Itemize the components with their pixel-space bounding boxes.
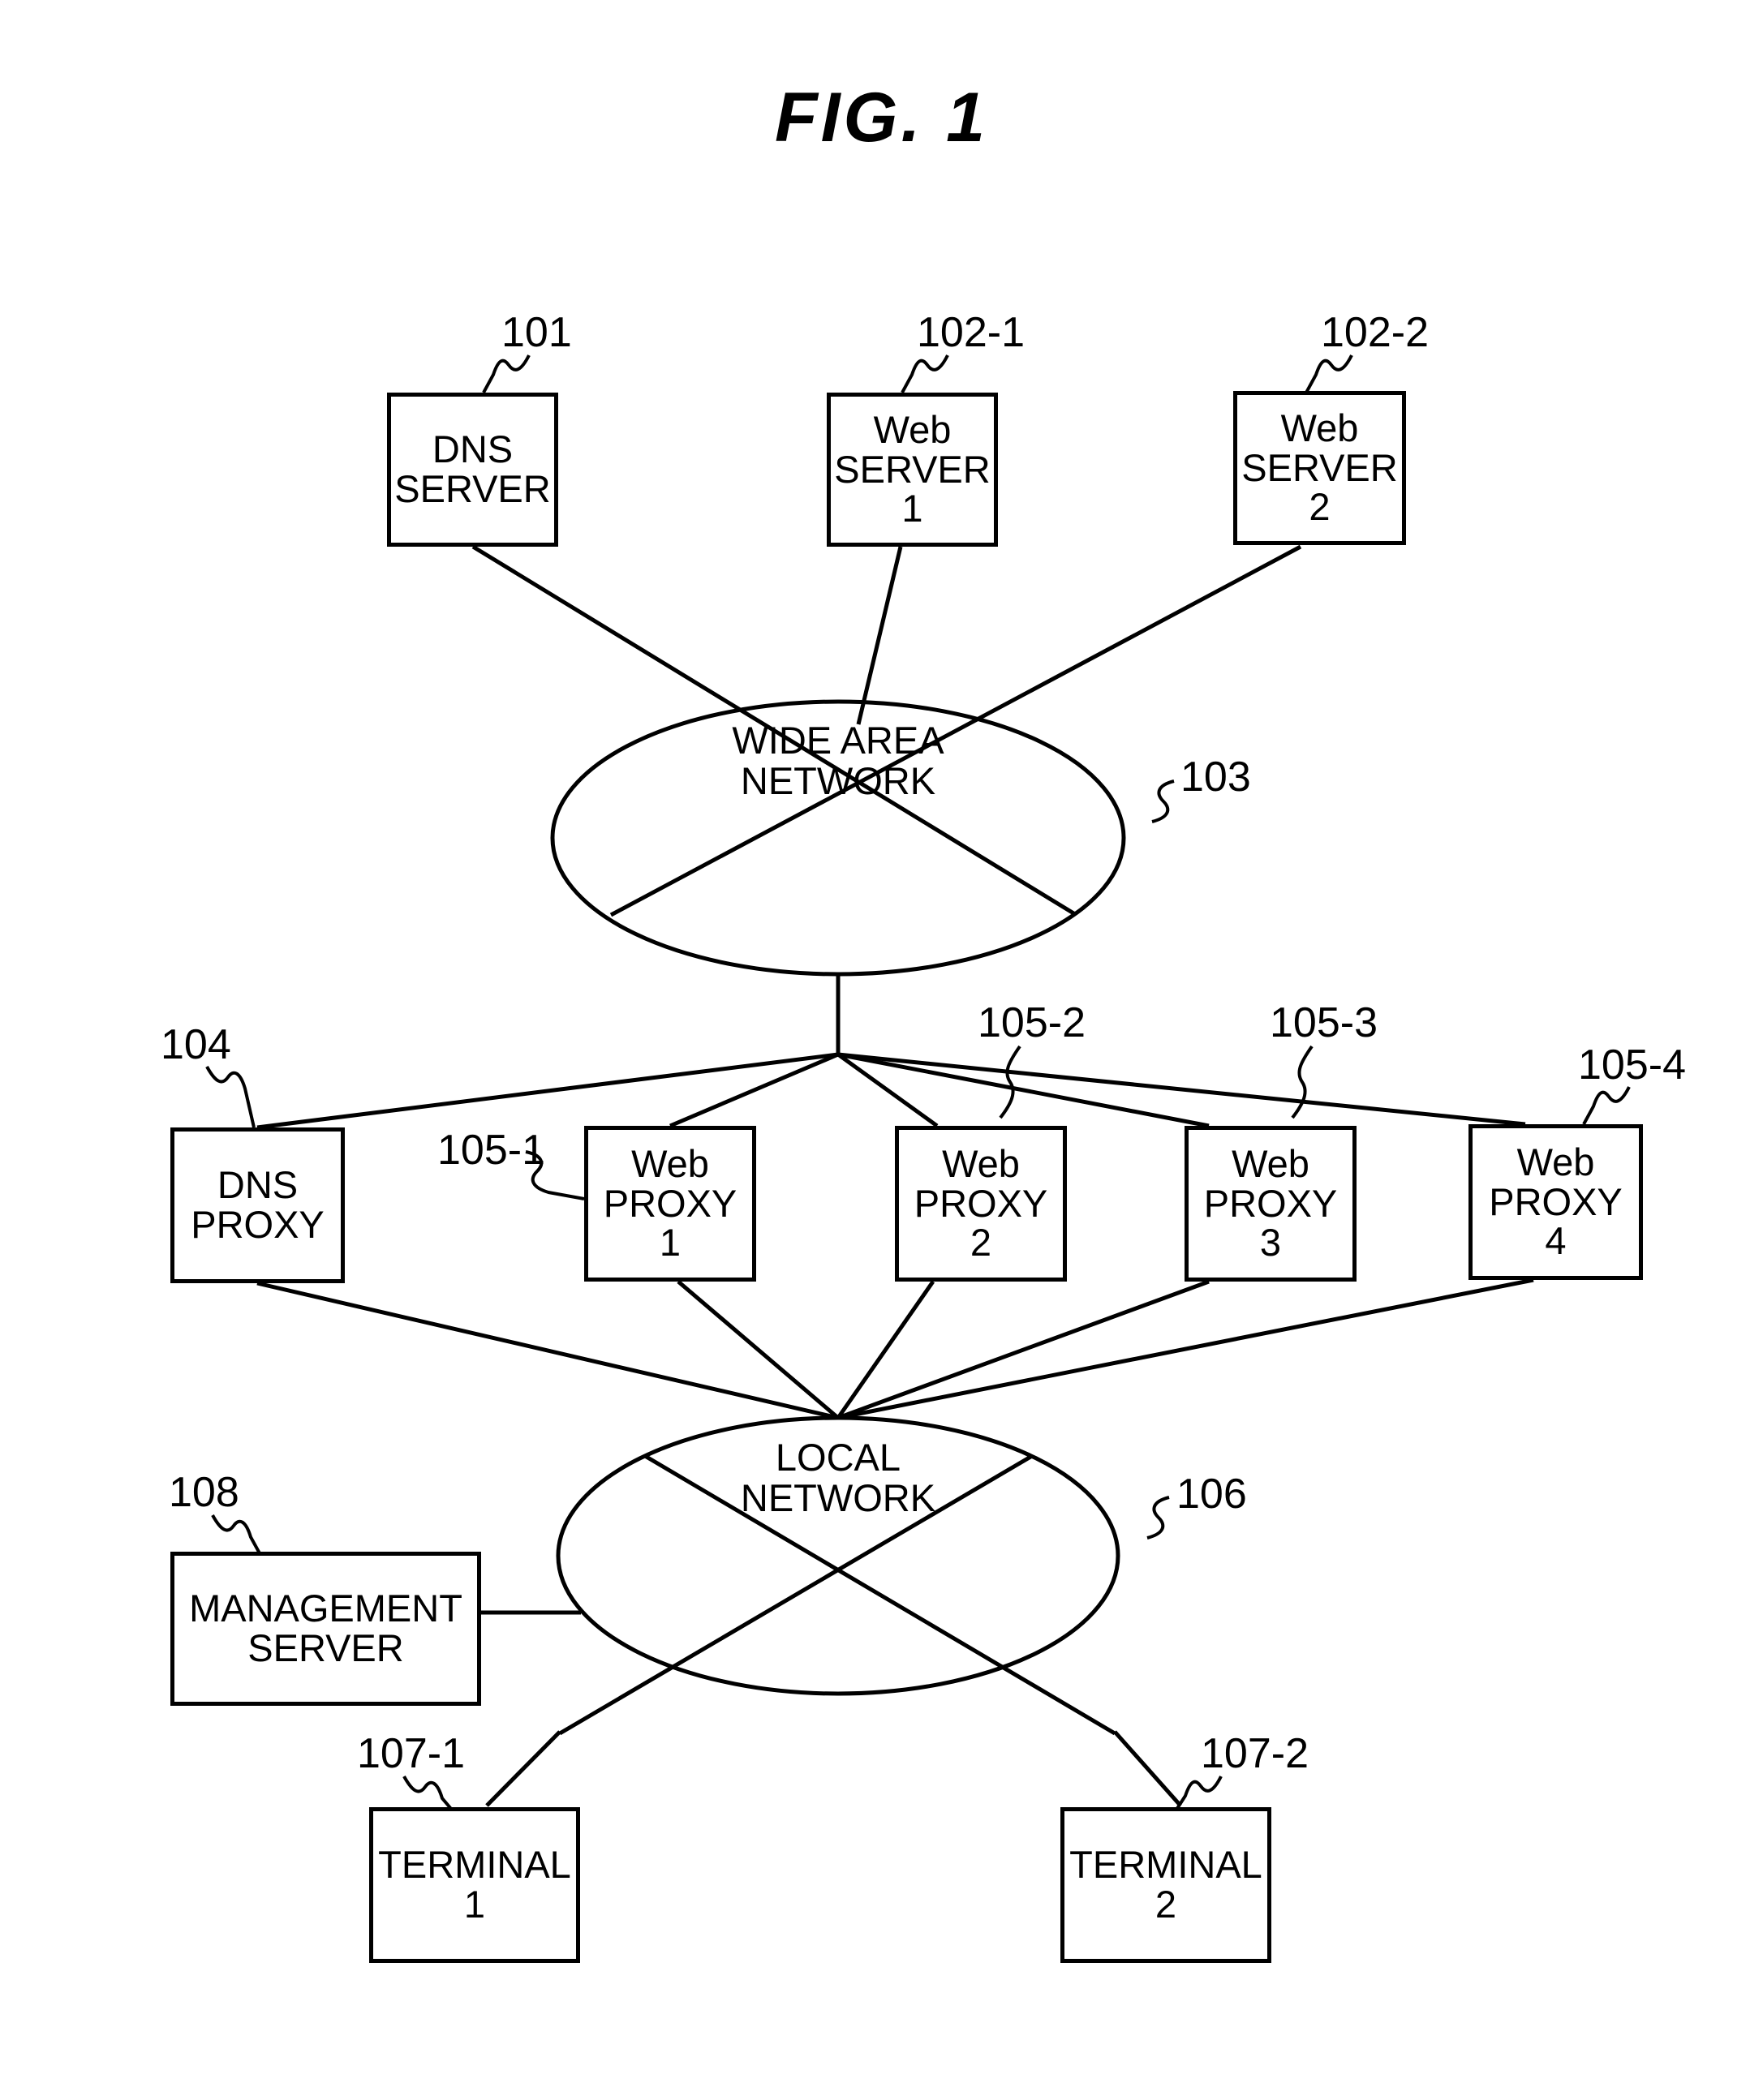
link-wan-to-web-proxy-3 bbox=[837, 1052, 1210, 1128]
node-label-line: PROXY bbox=[1489, 1179, 1623, 1223]
ref-numeral-102-1: 102-1 bbox=[917, 309, 1025, 356]
node-label-line: DNS bbox=[432, 427, 514, 471]
link-local-to-terminal-1 bbox=[485, 1730, 561, 1807]
node-label-line: 4 bbox=[1545, 1219, 1567, 1263]
node-web-server-1[interactable]: Web SERVER 1 bbox=[827, 393, 998, 547]
node-terminal-1[interactable]: TERMINAL 1 bbox=[369, 1807, 580, 1963]
node-label-line: SERVER bbox=[394, 467, 551, 510]
node-label-line: 1 bbox=[659, 1221, 682, 1265]
leader-102-2 bbox=[1305, 354, 1353, 393]
link-wan-to-web-proxy-4 bbox=[837, 1052, 1526, 1127]
leader-107-2 bbox=[1175, 1776, 1223, 1811]
node-label-line: 1 bbox=[463, 1883, 486, 1926]
node-label-line: 2 bbox=[1309, 485, 1331, 529]
node-label-line: Web bbox=[942, 1141, 1020, 1185]
node-label-line: DNS bbox=[217, 1163, 299, 1207]
node-web-proxy-4[interactable]: Web PROXY 4 bbox=[1468, 1124, 1643, 1280]
node-web-proxy-2[interactable]: Web PROXY 2 bbox=[895, 1126, 1067, 1282]
ref-numeral-103: 103 bbox=[1180, 754, 1251, 801]
leader-101 bbox=[482, 354, 531, 393]
ref-numeral-105-4: 105-4 bbox=[1578, 1041, 1686, 1089]
node-label-line: SERVER bbox=[247, 1626, 404, 1669]
leader-102-1 bbox=[901, 354, 949, 393]
leader-103 bbox=[1151, 779, 1175, 823]
leader-108 bbox=[211, 1514, 261, 1554]
node-label-line: PROXY bbox=[191, 1203, 325, 1246]
link-local-to-terminal-2 bbox=[1113, 1730, 1182, 1807]
node-label-line: SERVER bbox=[834, 447, 991, 491]
node-label-line: SERVER bbox=[1241, 445, 1398, 489]
cloud-label-line: WIDE AREA bbox=[732, 719, 944, 762]
leader-105-2 bbox=[999, 1045, 1021, 1119]
node-label-line: TERMINAL bbox=[378, 1843, 571, 1887]
node-label-line: Web bbox=[631, 1141, 709, 1185]
ref-numeral-105-2: 105-2 bbox=[978, 999, 1086, 1046]
node-label-line: 1 bbox=[901, 487, 923, 530]
ref-numeral-107-1: 107-1 bbox=[357, 1730, 465, 1777]
ref-numeral-104: 104 bbox=[161, 1021, 231, 1068]
node-label-line: PROXY bbox=[1203, 1181, 1338, 1225]
ref-numeral-102-2: 102-2 bbox=[1321, 309, 1429, 356]
cloud-label-line: NETWORK bbox=[740, 758, 936, 802]
leader-106 bbox=[1146, 1496, 1170, 1540]
link-dns-proxy-to-local bbox=[256, 1281, 839, 1420]
cloud-label-line: NETWORK bbox=[740, 1475, 936, 1519]
node-label-line: 3 bbox=[1259, 1221, 1282, 1265]
node-dns-server[interactable]: DNS SERVER bbox=[387, 393, 558, 547]
node-label-line: Web bbox=[1232, 1141, 1309, 1185]
node-label-line: PROXY bbox=[603, 1181, 737, 1225]
wide-area-network-label: WIDE AREA NETWORK bbox=[676, 720, 1000, 801]
ref-numeral-105-3: 105-3 bbox=[1270, 999, 1378, 1046]
node-web-server-2[interactable]: Web SERVER 2 bbox=[1233, 391, 1406, 545]
cloud-label-line: LOCAL bbox=[775, 1436, 901, 1479]
leader-105-3 bbox=[1291, 1045, 1314, 1119]
node-label-line: 2 bbox=[970, 1221, 992, 1265]
leader-107-1 bbox=[402, 1776, 453, 1810]
node-dns-proxy[interactable]: DNS PROXY bbox=[170, 1127, 345, 1283]
figure-page: FIG. 1 DNS SERVER Web SERVER 1 Web SERVE… bbox=[0, 0, 1763, 2100]
link-web-proxy-3-to-local bbox=[837, 1279, 1210, 1420]
ref-numeral-107-2: 107-2 bbox=[1201, 1730, 1309, 1777]
node-label-line: MANAGEMENT bbox=[189, 1587, 462, 1630]
node-web-proxy-1[interactable]: Web PROXY 1 bbox=[584, 1126, 756, 1282]
node-label-line: Web bbox=[1280, 406, 1359, 449]
node-terminal-2[interactable]: TERMINAL 2 bbox=[1060, 1807, 1271, 1963]
diagram-canvas bbox=[205, 354, 1631, 1811]
link-web-server-1-to-wan bbox=[856, 546, 903, 725]
ref-numeral-101: 101 bbox=[501, 309, 572, 356]
node-management-server[interactable]: MANAGEMENT SERVER bbox=[170, 1552, 481, 1706]
link-web-proxy-4-to-local bbox=[837, 1278, 1534, 1420]
node-label-line: Web bbox=[1516, 1140, 1595, 1183]
local-network-label: LOCAL NETWORK bbox=[676, 1437, 1000, 1518]
node-label-line: Web bbox=[873, 407, 952, 451]
ref-numeral-106: 106 bbox=[1176, 1471, 1247, 1518]
leader-104 bbox=[205, 1066, 256, 1128]
node-label-line: PROXY bbox=[914, 1181, 1048, 1225]
node-web-proxy-3[interactable]: Web PROXY 3 bbox=[1185, 1126, 1357, 1282]
node-label-line: TERMINAL bbox=[1069, 1843, 1262, 1887]
leader-105-4 bbox=[1582, 1086, 1631, 1125]
node-label-line: 2 bbox=[1155, 1883, 1177, 1926]
ref-numeral-105-1: 105-1 bbox=[437, 1127, 545, 1174]
ref-numeral-108: 108 bbox=[169, 1469, 239, 1516]
link-web-proxy-2-to-local bbox=[836, 1280, 935, 1419]
